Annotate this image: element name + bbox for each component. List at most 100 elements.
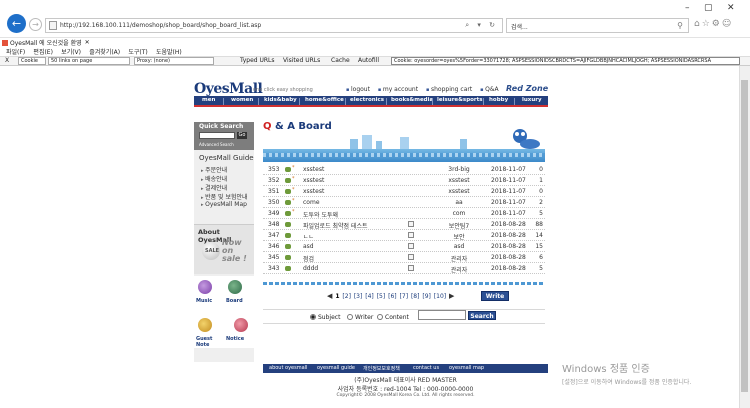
notice-tile[interactable]: Notice bbox=[226, 318, 252, 344]
browser-tab[interactable]: OyesMall 에 오신것을 환영 ✕ bbox=[2, 38, 122, 47]
guest-note-tile[interactable]: Guest Note bbox=[196, 318, 224, 348]
nav-electronics[interactable]: electronics bbox=[350, 97, 384, 103]
back-arrow-icon[interactable]: ← bbox=[7, 14, 26, 33]
board-search-input[interactable] bbox=[418, 310, 466, 320]
page-link[interactable]: [9] bbox=[422, 293, 431, 300]
attachment-icon[interactable] bbox=[408, 232, 414, 238]
search-option-content[interactable]: Content bbox=[377, 314, 409, 321]
nav-hobby[interactable]: hobby bbox=[489, 97, 508, 103]
attachment-icon[interactable] bbox=[408, 221, 414, 227]
links-select[interactable]: 50 links on page bbox=[48, 57, 130, 65]
shopping-cart-link[interactable]: shopping cart bbox=[426, 86, 472, 93]
nav-men[interactable]: men bbox=[202, 97, 215, 103]
qna-link[interactable]: Q&A bbox=[480, 86, 499, 93]
table-row[interactable]: 346 asd asd 2018-08-28 15 bbox=[263, 241, 545, 252]
nav-books-media[interactable]: books&media bbox=[391, 97, 433, 103]
attachment-icon[interactable] bbox=[408, 254, 414, 260]
page-link[interactable]: [2] bbox=[342, 293, 351, 300]
menu-edit[interactable]: 편집(E) bbox=[33, 49, 53, 56]
prev-page-icon[interactable]: ◀ bbox=[327, 292, 332, 300]
nav-kids-baby[interactable]: kids&baby bbox=[264, 97, 297, 103]
about-oyesmall-panel[interactable]: About OyesMall SALE Now on sale ! bbox=[194, 224, 254, 274]
post-subject[interactable]: xsstest bbox=[303, 166, 324, 173]
radio-selected-icon[interactable] bbox=[310, 314, 316, 320]
nav-leisure-sports[interactable]: leisure&sports bbox=[437, 97, 483, 103]
post-subject[interactable]: 파일업로드 최약점 테스트 bbox=[303, 221, 368, 230]
page-link[interactable]: [5] bbox=[377, 293, 386, 300]
table-row[interactable]: 345 점검 관리자 2018-08-28 6 bbox=[263, 252, 545, 263]
footer-link-privacy[interactable]: 개인정보보호정책 bbox=[363, 365, 400, 372]
guide-item-map[interactable]: OyesMall Map bbox=[201, 201, 247, 208]
quick-search-go-button[interactable]: Go bbox=[237, 132, 247, 139]
logout-link[interactable]: logout bbox=[346, 86, 370, 93]
menu-tools[interactable]: 도구(T) bbox=[128, 49, 147, 56]
footer-link-contact[interactable]: contact us bbox=[413, 365, 439, 371]
post-subject[interactable]: dddd bbox=[303, 265, 318, 272]
post-subject[interactable]: xsstest bbox=[303, 188, 324, 195]
nav-women[interactable]: women bbox=[231, 97, 253, 103]
quick-search-input[interactable] bbox=[199, 132, 235, 139]
browser-search-box[interactable]: 검색... ⚲ bbox=[506, 18, 689, 33]
proxy-select[interactable]: Proxy: (none) bbox=[134, 57, 214, 65]
my-account-link[interactable]: my account bbox=[378, 86, 418, 93]
page-link[interactable]: [3] bbox=[354, 293, 363, 300]
board-search-button[interactable]: Search bbox=[468, 311, 496, 320]
table-row[interactable]: 347 ㄴㄴ 보안 2018-08-28 14 bbox=[263, 230, 545, 241]
guide-item-payment[interactable]: 결제안내 bbox=[201, 183, 227, 192]
guide-item-return[interactable]: 반품 및 보험안내 bbox=[201, 192, 247, 201]
post-subject[interactable]: 도투와 도투왜 bbox=[303, 210, 338, 219]
menu-help[interactable]: 도움말(H) bbox=[156, 49, 182, 56]
typed-urls-button[interactable]: Typed URLs bbox=[240, 57, 275, 64]
footer-link-map[interactable]: oyesmall map bbox=[449, 365, 484, 371]
maximize-icon[interactable]: ▢ bbox=[704, 3, 713, 13]
post-subject[interactable]: ㄴㄴ bbox=[303, 232, 314, 241]
search-option-writer[interactable]: Writer bbox=[347, 314, 373, 321]
table-row[interactable]: 348 파일업로드 최약점 테스트 보안팀7 2018-08-28 88 bbox=[263, 219, 545, 230]
music-tile[interactable]: Music bbox=[196, 280, 222, 306]
post-subject[interactable]: asd bbox=[303, 243, 314, 250]
autofill-button[interactable]: Autofill bbox=[358, 57, 379, 64]
advanced-search-link[interactable]: Advanced Search bbox=[199, 142, 234, 147]
minimize-icon[interactable]: – bbox=[685, 3, 690, 13]
page-link[interactable]: [6] bbox=[388, 293, 397, 300]
table-row[interactable]: 350 * come aa 2018-11-07 2 bbox=[263, 197, 545, 208]
menu-favorites[interactable]: 즐겨찾기(A) bbox=[89, 49, 120, 56]
cache-button[interactable]: Cache bbox=[331, 57, 350, 64]
home-star-gear-icons[interactable]: ⌂☆⚙☺ bbox=[694, 19, 733, 29]
page-link[interactable]: 1 bbox=[335, 293, 339, 300]
post-subject[interactable]: xsstest bbox=[303, 177, 324, 184]
cookie-string-field[interactable]: Cookie: oyesorder=oyes%5Forder=33071728;… bbox=[391, 57, 740, 65]
attachment-icon[interactable] bbox=[408, 265, 414, 271]
red-zone-label[interactable]: Red Zone bbox=[506, 84, 548, 93]
search-icon[interactable]: ⚲ bbox=[677, 21, 683, 30]
cookie-select[interactable]: Cookie bbox=[18, 57, 46, 65]
table-row[interactable]: 351 * xsstest xsstest 2018-11-07 0 bbox=[263, 186, 545, 197]
address-bar[interactable]: http://192.168.100.111/demoshop/shop_boa… bbox=[45, 18, 503, 33]
tab-close-icon[interactable]: ✕ bbox=[85, 39, 90, 46]
close-icon[interactable]: ✕ bbox=[727, 3, 735, 13]
menu-file[interactable]: 파일(F) bbox=[6, 49, 25, 56]
radio-icon[interactable] bbox=[347, 314, 353, 320]
refresh-icon[interactable]: ⌕ ▾ ↻ bbox=[465, 21, 498, 30]
table-row[interactable]: 349 * 도투와 도투왜 com 2018-11-07 5 bbox=[263, 208, 545, 219]
footer-link-about[interactable]: about oyesmall bbox=[269, 365, 307, 371]
page-link[interactable]: [8] bbox=[411, 293, 420, 300]
scrollbar-thumb[interactable] bbox=[741, 80, 748, 392]
attachment-icon[interactable] bbox=[408, 243, 414, 249]
nav-home-office[interactable]: home&office bbox=[305, 97, 344, 103]
footer-link-guide[interactable]: oyesmall guide bbox=[317, 365, 355, 371]
table-row[interactable]: 352 * xsstest xsstest 2018-11-07 1 bbox=[263, 175, 545, 186]
search-option-subject[interactable]: Subject bbox=[310, 314, 340, 321]
page-link[interactable]: [4] bbox=[365, 293, 374, 300]
radio-icon[interactable] bbox=[377, 314, 383, 320]
page-link[interactable]: [7] bbox=[400, 293, 409, 300]
menu-view[interactable]: 보기(V) bbox=[61, 49, 81, 56]
visited-urls-button[interactable]: Visited URLs bbox=[283, 57, 320, 64]
table-row[interactable]: 343 dddd 관리자 2018-08-28 5 bbox=[263, 263, 545, 274]
board-tile[interactable]: Board bbox=[226, 280, 252, 306]
page-link[interactable]: [10] bbox=[434, 293, 446, 300]
guide-item-order[interactable]: 주문안내 bbox=[201, 165, 227, 174]
toolbar-close-button[interactable]: X bbox=[5, 57, 9, 64]
nav-luxury[interactable]: luxury bbox=[522, 97, 542, 103]
write-button[interactable]: Write bbox=[481, 291, 509, 301]
